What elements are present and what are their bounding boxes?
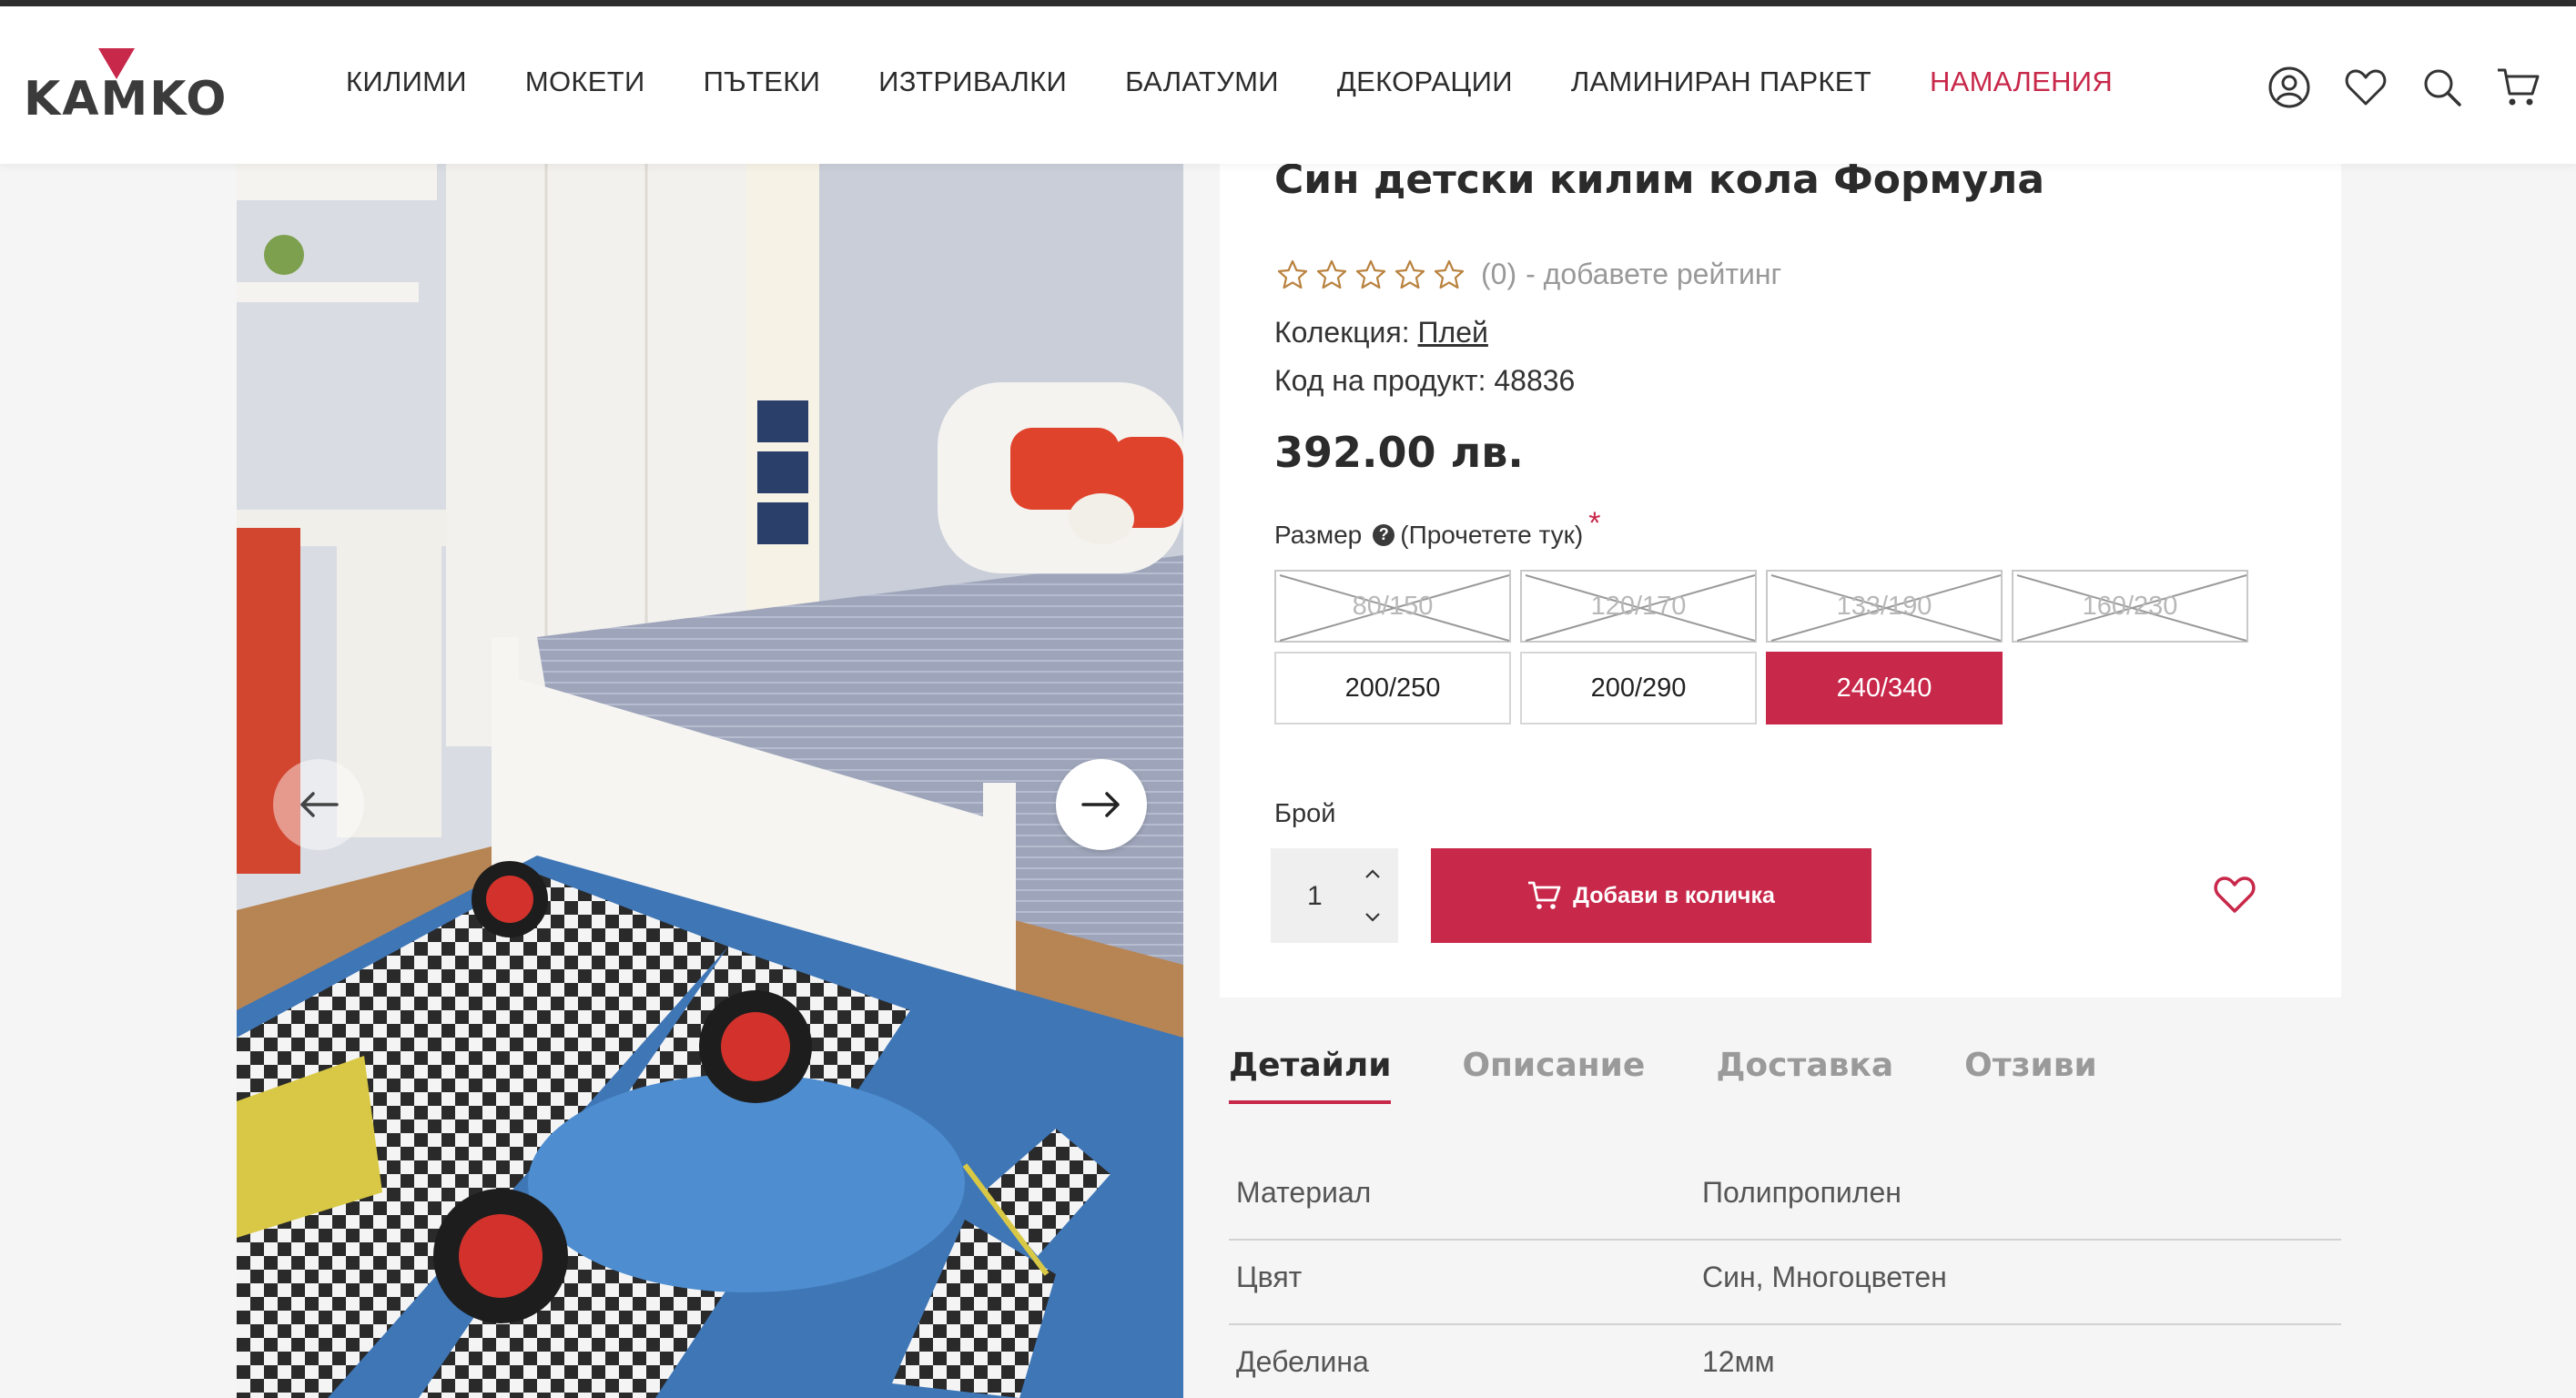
size-option-label: 133/190: [1836, 591, 1932, 621]
cart-icon[interactable]: [2494, 63, 2543, 112]
size-option-200-290[interactable]: 200/290: [1520, 652, 1757, 724]
tab-delivery[interactable]: Доставка: [1716, 1047, 1893, 1104]
size-option-200-250[interactable]: 200/250: [1274, 652, 1511, 724]
header-icons: [2265, 63, 2543, 112]
quantity-stepper[interactable]: 1: [1271, 848, 1398, 943]
spec-value: 12мм: [1702, 1345, 1775, 1378]
size-label: Размер: [1274, 520, 1363, 549]
arrow-right-icon: [1081, 792, 1120, 817]
chevron-down-icon: [1365, 913, 1380, 922]
size-option-label: 200/290: [1590, 673, 1687, 703]
heart-icon[interactable]: [2341, 63, 2390, 112]
nav-item-linoleum[interactable]: БАЛАТУМИ: [1125, 66, 1279, 98]
main-nav: КИЛИМИ МОКЕТИ ПЪТЕКИ ИЗТРИВАЛКИ БАЛАТУМИ…: [346, 66, 2113, 98]
spec-key: Цвят: [1236, 1261, 1303, 1293]
add-to-wishlist-button[interactable]: [2210, 870, 2259, 919]
size-option-label: 120/170: [1590, 591, 1687, 621]
collection-link[interactable]: Плей: [1418, 316, 1488, 349]
search-icon[interactable]: [2418, 63, 2467, 112]
star-icon[interactable]: [1354, 258, 1387, 291]
quantity-value[interactable]: 1: [1307, 881, 1323, 912]
tab-details[interactable]: Детайли: [1229, 1047, 1392, 1104]
spec-key: Дебелина: [1236, 1345, 1369, 1378]
size-label-row: Размер ? (Прочетете тук) *: [1274, 506, 1600, 552]
star-icon[interactable]: [1394, 258, 1426, 291]
size-option-160-230[interactable]: 160/230: [2012, 570, 2248, 643]
size-help-link[interactable]: (Прочетете тук): [1400, 521, 1583, 550]
gallery-next-button[interactable]: [1056, 759, 1147, 850]
logo-text: KAMKO: [24, 72, 228, 127]
size-option-label: 80/150: [1352, 591, 1434, 621]
nav-item-laminate[interactable]: ЛАМИНИРАН ПАРКЕТ: [1571, 66, 1871, 98]
nav-item-decorations[interactable]: ДЕКОРАЦИИ: [1337, 66, 1513, 98]
required-mark: *: [1588, 506, 1601, 541]
size-option-120-170[interactable]: 120/170: [1520, 570, 1757, 643]
spec-value: Син, Многоцветен: [1702, 1261, 1947, 1293]
add-to-cart-label: Добави в количка: [1573, 882, 1775, 908]
collection-label: Колекция:: [1274, 316, 1410, 349]
table-row: Дебелина 12мм: [1229, 1325, 2341, 1398]
size-option-label: 200/250: [1344, 673, 1441, 703]
nav-item-carpets[interactable]: КИЛИМИ: [346, 66, 467, 98]
star-icon[interactable]: [1315, 258, 1348, 291]
star-icon[interactable]: [1276, 258, 1309, 291]
nav-item-doormats[interactable]: ИЗТРИВАЛКИ: [878, 66, 1067, 98]
size-option-80-150[interactable]: 80/150: [1274, 570, 1511, 643]
nav-item-mokets[interactable]: МОКЕТИ: [525, 66, 645, 98]
arrow-left-icon: [300, 792, 339, 817]
size-option-133-190[interactable]: 133/190: [1766, 570, 2003, 643]
product-info-card: Син детски килим кола Формула (0) - доба…: [1220, 157, 2341, 998]
gallery-prev-button[interactable]: [273, 759, 364, 850]
chevron-up-icon: [1365, 869, 1380, 878]
site-header: KAMKO КИЛИМИ МОКЕТИ ПЪТЕКИ ИЗТРИВАЛКИ БА…: [0, 6, 2576, 164]
question-icon[interactable]: ?: [1373, 523, 1395, 546]
product-tabs: Детайли Описание Доставка Отзиви: [1229, 1047, 2168, 1104]
nav-item-runners[interactable]: ПЪТЕКИ: [704, 66, 821, 98]
size-option-240-340[interactable]: 240/340: [1766, 652, 2003, 724]
collection-line: Колекция: Плей: [1274, 316, 1488, 350]
specs-table: Материал Полипропилен Цвят Син, Многоцве…: [1229, 1156, 2341, 1398]
add-rating-link[interactable]: - добавете рейтинг: [1526, 258, 1781, 291]
table-row: Материал Полипропилен: [1229, 1156, 2341, 1241]
account-icon[interactable]: [2265, 63, 2314, 112]
product-image[interactable]: [237, 164, 1183, 1398]
spec-value: Полипропилен: [1702, 1176, 1902, 1209]
spec-key: Материал: [1236, 1176, 1372, 1209]
heart-icon: [2214, 876, 2256, 913]
size-option-label: 160/230: [2082, 591, 2178, 621]
product-price: 392.00 лв.: [1274, 428, 1524, 477]
star-icon[interactable]: [1433, 258, 1465, 291]
tab-reviews[interactable]: Отзиви: [1964, 1047, 2097, 1104]
quantity-label: Брой: [1274, 799, 1336, 828]
quantity-decrease-button[interactable]: [1362, 907, 1384, 928]
size-option-label: 240/340: [1836, 673, 1932, 703]
table-row: Цвят Син, Многоцветен: [1229, 1241, 2341, 1325]
kamko-logo[interactable]: KAMKO: [24, 39, 226, 127]
product-rating: (0) - добавете рейтинг: [1276, 258, 1781, 291]
add-to-cart-button[interactable]: Добави в количка: [1431, 848, 1871, 943]
product-code: Код на продукт: 48836: [1274, 364, 1576, 397]
rating-stars[interactable]: [1276, 258, 1472, 291]
nav-item-sale[interactable]: НАМАЛЕНИЯ: [1930, 66, 2113, 98]
quantity-increase-button[interactable]: [1362, 863, 1384, 885]
top-accent-bar: [0, 0, 2576, 6]
cart-icon: [1528, 881, 1561, 909]
tab-description[interactable]: Описание: [1462, 1047, 1645, 1104]
rating-count: (0): [1481, 258, 1517, 290]
